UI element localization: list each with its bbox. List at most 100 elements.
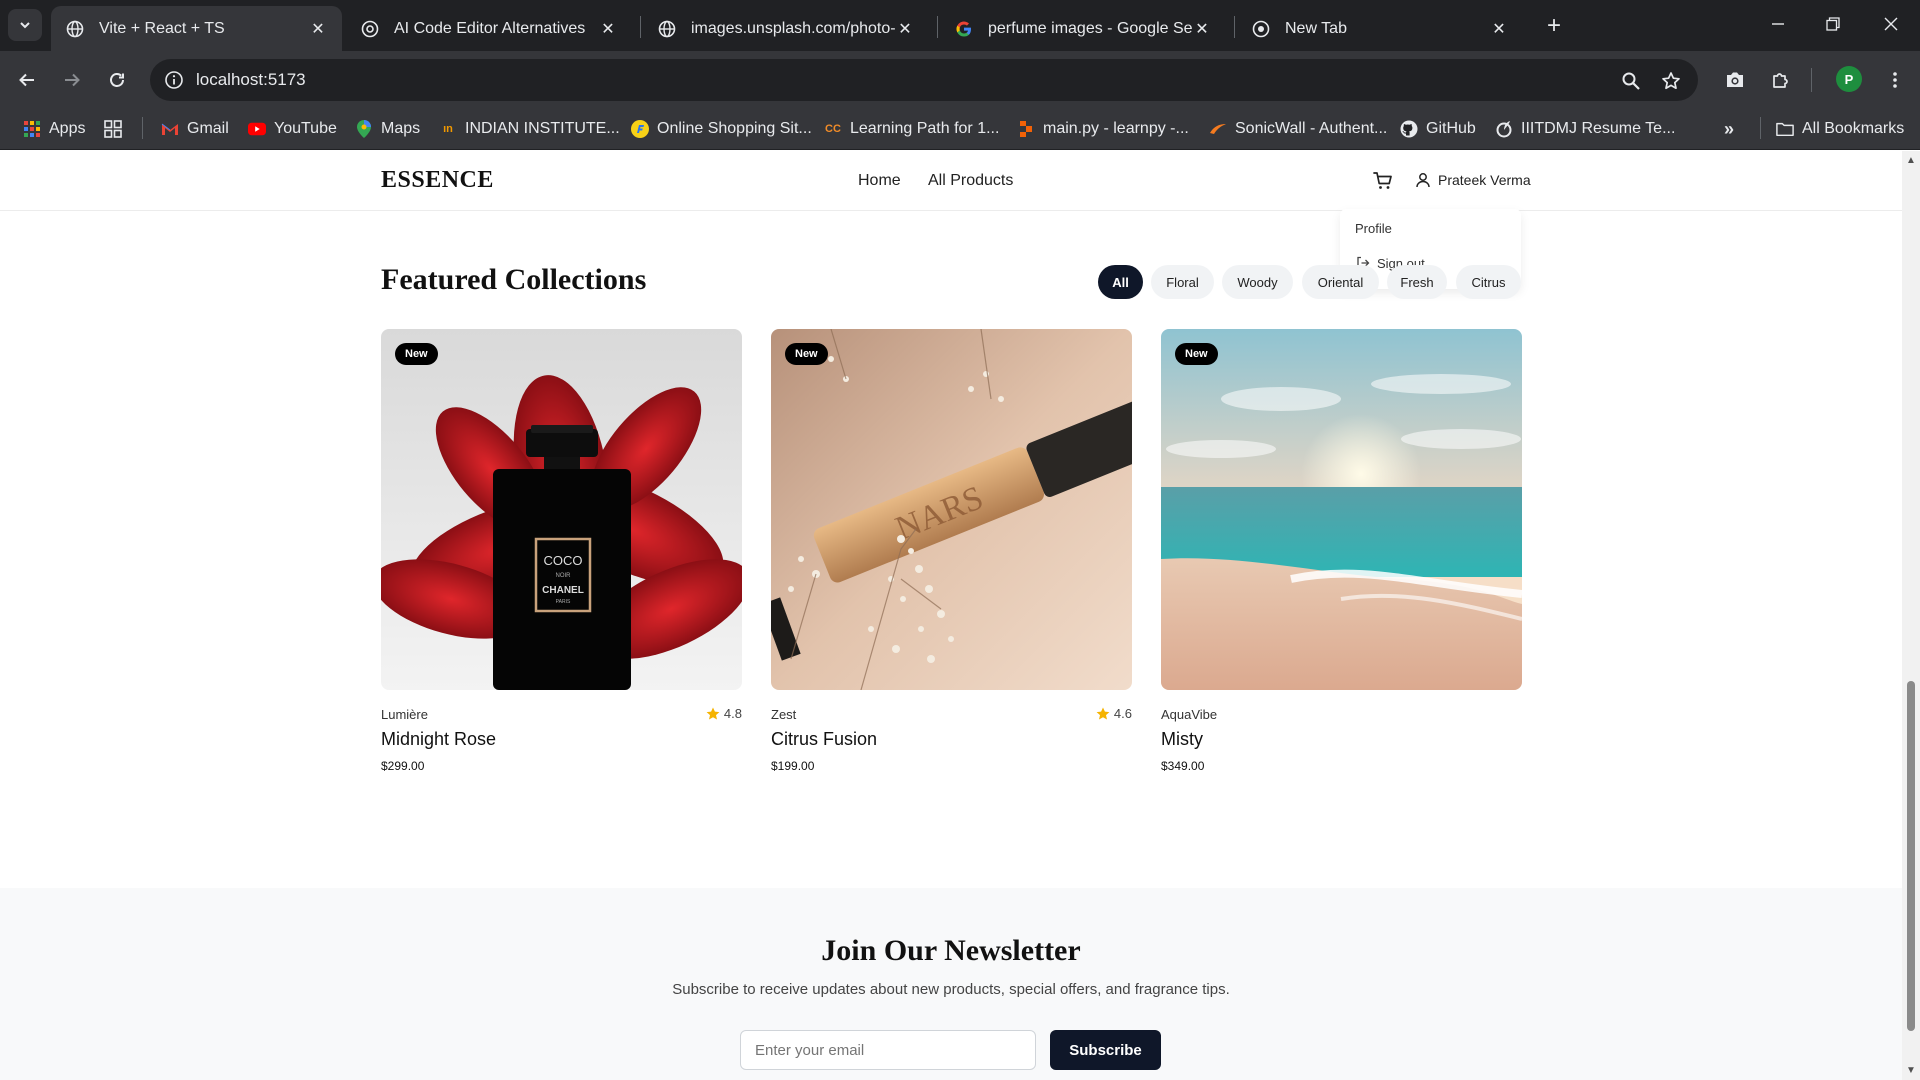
product-card[interactable]: New AquaVibe Misty $349.00 [1161,329,1522,789]
menu-item-profile[interactable]: Profile [1355,221,1392,236]
tab-separator [937,16,938,38]
close-icon[interactable]: ✕ [1192,19,1212,39]
folder-icon [1776,120,1794,138]
cart-icon[interactable] [1372,170,1394,192]
product-image-perfume[interactable]: COCO NOIR CHANEL PARIS [381,329,742,690]
zoom-icon[interactable] [1618,68,1644,94]
filter-citrus[interactable]: Citrus [1456,265,1521,299]
forward-arrow-icon[interactable] [57,65,87,95]
product-rating: 4.8 [706,706,742,721]
tab-vite-react[interactable]: Vite + React + TS ✕ [51,6,342,51]
filter-all[interactable]: All [1098,265,1143,299]
bookmark-label: IIITDMJ Resume Te... [1521,120,1676,137]
scroll-down-arrow-icon[interactable]: ▼ [1906,1065,1916,1076]
filter-floral[interactable]: Floral [1151,265,1214,299]
minimize-icon[interactable] [1758,6,1798,42]
profile-avatar[interactable]: P [1836,66,1862,92]
bookmarks-bar: Apps Gmail YouTube Maps ın INDIAN INSTIT… [0,108,1920,150]
maps-pin-icon [355,120,373,138]
product-image-beach[interactable] [1161,329,1522,690]
globe-icon [65,19,85,39]
reload-icon[interactable] [102,65,132,95]
tab-title: New Tab [1285,19,1347,37]
nav-all-products-link[interactable]: All Products [928,172,1013,190]
bookmark-indian-institute[interactable]: ın INDIAN INSTITUTE... [439,117,620,141]
filter-fresh[interactable]: Fresh [1387,265,1447,299]
tab-ai-code-editor[interactable]: AI Code Editor Alternatives ✕ [346,6,632,51]
extensions-puzzle-icon[interactable] [1766,65,1796,95]
flipkart-icon [631,120,649,138]
bookmark-label: Online Shopping Sit... [657,120,812,137]
bookmark-label: Learning Path for 1... [850,120,1000,137]
product-image-concealer[interactable]: NARS [771,329,1132,690]
bookmark-youtube[interactable]: YouTube [248,117,337,141]
filter-woody[interactable]: Woody [1222,265,1293,299]
bookmark-separator [142,117,143,139]
bookmark-label: Apps [49,120,86,137]
bookmark-separator [1760,117,1761,139]
github-icon [1400,120,1418,138]
site-header: ESSENCE Home All Products Prateek Verma [0,151,1902,211]
tab-search-button[interactable] [8,9,42,41]
all-bookmarks-folder[interactable]: All Bookmarks [1776,117,1904,141]
bookmark-apps[interactable]: Apps [23,117,85,141]
address-bar[interactable]: localhost:5173 [150,59,1698,101]
bookmark-tab-groups[interactable] [104,117,130,141]
product-name[interactable]: Misty [1161,729,1203,750]
close-icon[interactable]: ✕ [308,19,328,39]
new-tab-plus-icon[interactable]: + [1540,12,1568,40]
site-info-icon[interactable] [162,68,186,92]
bookmark-github[interactable]: GitHub [1400,117,1476,141]
bookmark-learning-path[interactable]: CC Learning Path for 1... [824,117,999,141]
bookmarks-overflow-chevron-icon[interactable]: » [1720,117,1746,141]
site-logo[interactable]: ESSENCE [381,167,494,194]
product-card[interactable]: COCO NOIR CHANEL PARIS New Lumière 4.8 M… [381,329,742,789]
scroll-up-arrow-icon[interactable]: ▲ [1906,155,1916,166]
bookmark-star-icon[interactable] [1658,68,1684,94]
tab-google-search[interactable]: perfume images - Google Searc ✕ [940,6,1226,51]
filter-oriental[interactable]: Oriental [1302,265,1379,299]
bookmark-maps[interactable]: Maps [355,117,420,141]
user-name: Prateek Verma [1438,172,1531,188]
more-vertical-icon[interactable] [1880,65,1910,95]
user-menu-button[interactable]: Prateek Verma [1414,171,1531,189]
youtube-icon [248,120,266,138]
window-close-icon[interactable] [1871,6,1911,42]
product-brand: AquaVibe [1161,707,1218,722]
tab-separator [640,16,641,38]
bookmark-replit[interactable]: main.py - learnpy -... [1017,117,1189,141]
bookmark-gmail[interactable]: Gmail [161,117,229,141]
bookmark-online-shopping[interactable]: Online Shopping Sit... [631,117,812,141]
tab-separator [1234,16,1235,38]
restore-icon[interactable] [1813,6,1853,42]
close-icon[interactable]: ✕ [1489,19,1509,39]
product-rating: 4.6 [1096,706,1132,721]
product-card[interactable]: NARS New Zest 4.6 Citrus Fusion $199.00 [771,329,1132,789]
url-text: localhost:5173 [196,70,306,89]
close-icon[interactable]: ✕ [598,19,618,39]
scroll-thumb[interactable] [1907,681,1915,1031]
chevron-down-icon [20,22,30,29]
bookmark-resume[interactable]: IIITDMJ Resume Te... [1495,117,1675,141]
product-name[interactable]: Midnight Rose [381,729,496,750]
bookmark-label: All Bookmarks [1802,120,1905,137]
cc-icon: CC [825,123,841,135]
email-input[interactable] [740,1030,1036,1070]
product-name[interactable]: Citrus Fusion [771,729,877,750]
page-scrollbar[interactable]: ▲ ▼ [1902,151,1920,1080]
bookmark-label: main.py - learnpy -... [1043,120,1189,137]
tab-new-tab[interactable]: New Tab ✕ [1237,6,1523,51]
close-icon[interactable]: ✕ [895,19,915,39]
chrome-icon [1251,19,1271,39]
camera-icon[interactable] [1720,65,1750,95]
globe-icon [657,19,677,39]
product-price: $199.00 [771,759,815,773]
nav-home-link[interactable]: Home [858,172,901,190]
back-arrow-icon[interactable] [12,65,42,95]
subscribe-button[interactable]: Subscribe [1050,1030,1161,1070]
tab-unsplash[interactable]: images.unsplash.com/photo-16 ✕ [643,6,929,51]
iiit-logo-icon: ın [443,123,453,135]
user-icon [1416,173,1430,188]
bookmark-label: SonicWall - Authent... [1235,120,1388,137]
bookmark-sonicwall[interactable]: SonicWall - Authent... [1209,117,1387,141]
